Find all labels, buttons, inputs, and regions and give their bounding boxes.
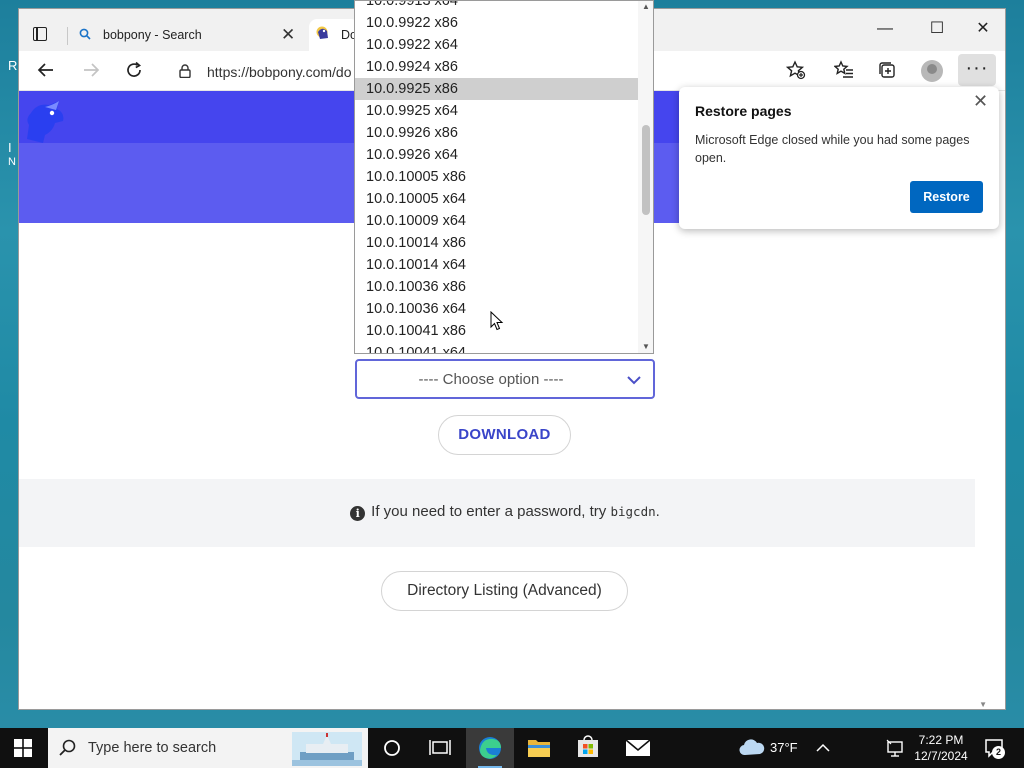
- address-url[interactable]: https://bobpony.com/do: [207, 64, 352, 80]
- taskbar-search-box[interactable]: Type here to search: [48, 728, 368, 768]
- file-explorer-icon[interactable]: [515, 728, 563, 768]
- scrollbar-thumb[interactable]: [642, 125, 650, 215]
- search-icon: [58, 738, 78, 763]
- close-icon[interactable]: ✕: [973, 91, 988, 112]
- popup-title: Restore pages: [695, 103, 792, 119]
- edge-taskbar-icon[interactable]: [466, 728, 514, 768]
- scroll-down-arrow-icon[interactable]: ▼: [979, 700, 987, 709]
- add-favorite-icon[interactable]: [781, 55, 811, 85]
- clock-time: 7:22 PM: [918, 733, 964, 747]
- close-tab-icon[interactable]: ✕: [281, 25, 295, 45]
- password-hint: i If you need to enter a password, try bi…: [19, 503, 991, 521]
- dropdown-option[interactable]: 10.0.10036 x86: [355, 276, 638, 298]
- system-clock[interactable]: 7:22 PM 12/7/2024: [906, 732, 976, 764]
- favorites-icon[interactable]: [829, 55, 859, 85]
- dropdown-option[interactable]: 10.0.9926 x86: [355, 122, 638, 144]
- dropdown-option[interactable]: 10.0.10005 x86: [355, 166, 638, 188]
- dropdown-option[interactable]: 10.0.9925 x64: [355, 100, 638, 122]
- tab-bobpony-search[interactable]: bobpony - Search ✕: [73, 19, 305, 51]
- site-favicon-icon: [315, 25, 331, 41]
- site-logo-icon[interactable]: [19, 95, 71, 147]
- close-window-button[interactable]: ✕: [961, 15, 1005, 43]
- select-value: ---- Choose option ----: [418, 371, 564, 388]
- mouse-cursor-icon: [490, 311, 504, 331]
- search-icon: [79, 28, 91, 43]
- dropdown-option[interactable]: 10.0.9924 x86: [355, 56, 638, 78]
- directory-listing-button[interactable]: Directory Listing (Advanced): [381, 571, 628, 611]
- windows-taskbar: Type here to search 37°F 7:22 PM 12/7/20…: [0, 728, 1024, 768]
- chevron-down-icon: [627, 372, 641, 390]
- windows-start-icon[interactable]: [14, 739, 32, 762]
- notification-count-badge: 2: [992, 746, 1005, 759]
- tab-separator: [67, 27, 68, 45]
- refresh-button[interactable]: [119, 55, 149, 85]
- dropdown-option[interactable]: 10.0.9913 x64: [355, 1, 638, 12]
- collections-icon[interactable]: [872, 55, 902, 85]
- tab-active[interactable]: Do: [309, 19, 359, 51]
- clock-date: 12/7/2024: [914, 749, 968, 763]
- password-code: bigcdn: [610, 504, 656, 519]
- search-highlight-icon: [292, 732, 362, 766]
- weather-temp: 37°F: [770, 740, 798, 755]
- notifications-icon[interactable]: 2: [984, 738, 1005, 763]
- version-select[interactable]: ---- Choose option ----: [355, 359, 655, 399]
- dropdown-scrollbar[interactable]: ▲ ▼: [638, 1, 653, 353]
- weather-widget[interactable]: 37°F: [738, 738, 798, 761]
- cloud-icon: [738, 739, 766, 761]
- password-hint-bar: i If you need to enter a password, try bi…: [19, 479, 991, 547]
- dropdown-option[interactable]: 10.0.10041 x64: [355, 342, 638, 353]
- scroll-down-arrow-icon[interactable]: ▼: [642, 342, 650, 351]
- info-icon: i: [350, 506, 366, 521]
- dropdown-option[interactable]: 10.0.10009 x64: [355, 210, 638, 232]
- settings-more-button[interactable]: ···: [958, 54, 996, 86]
- forward-button[interactable]: [76, 55, 106, 85]
- taskbar-search-placeholder: Type here to search: [88, 740, 217, 756]
- cortana-icon[interactable]: [368, 728, 416, 768]
- hint-text: If you need to enter a password, try: [371, 503, 607, 520]
- popup-message: Microsoft Edge closed while you had some…: [695, 133, 970, 165]
- chevron-up-icon[interactable]: [816, 738, 830, 761]
- minimize-button[interactable]: —: [863, 15, 907, 43]
- lock-icon[interactable]: [179, 64, 191, 83]
- dropdown-option[interactable]: 10.0.9926 x64: [355, 144, 638, 166]
- dropdown-option[interactable]: 10.0.10014 x86: [355, 232, 638, 254]
- microsoft-store-icon[interactable]: [564, 728, 612, 768]
- profile-avatar[interactable]: [921, 60, 943, 82]
- maximize-button[interactable]: ☐: [915, 15, 959, 43]
- tab-title: bobpony - Search: [103, 28, 202, 42]
- dropdown-option[interactable]: 10.0.9922 x86: [355, 12, 638, 34]
- restore-button[interactable]: Restore: [910, 181, 983, 213]
- scroll-up-arrow-icon[interactable]: ▲: [642, 2, 650, 11]
- network-icon[interactable]: [886, 738, 904, 761]
- tab-actions-icon[interactable]: [29, 24, 51, 46]
- task-view-icon[interactable]: [416, 728, 464, 768]
- mail-icon[interactable]: [614, 728, 662, 768]
- version-dropdown-list[interactable]: 10.0.9913 x64 10.0.9922 x86 10.0.9922 x64 1…: [354, 0, 654, 354]
- back-button[interactable]: [31, 55, 61, 85]
- dropdown-option[interactable]: 10.0.10005 x64: [355, 188, 638, 210]
- dropdown-option[interactable]: 10.0.9922 x64: [355, 34, 638, 56]
- dropdown-option[interactable]: 10.0.9925 x86: [355, 78, 638, 100]
- restore-pages-popup: Restore pages Microsoft Edge closed whil…: [679, 87, 999, 229]
- dropdown-options: 10.0.9913 x64 10.0.9922 x86 10.0.9922 x64 1…: [355, 1, 638, 353]
- dropdown-option[interactable]: 10.0.10014 x64: [355, 254, 638, 276]
- hint-period: .: [655, 503, 660, 520]
- download-button[interactable]: DOWNLOAD: [438, 415, 571, 455]
